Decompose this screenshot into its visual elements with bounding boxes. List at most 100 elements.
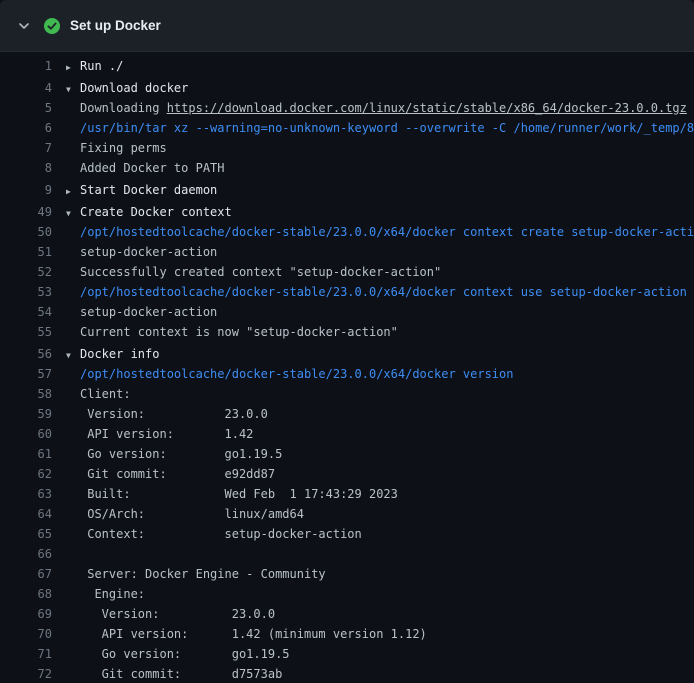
line-content: Downloading https://download.docker.com/… (66, 98, 687, 118)
log-line[interactable]: 1 ▶Run ./ (0, 56, 694, 76)
line-number[interactable]: 50 (0, 222, 52, 242)
line-content: Built: Wed Feb 1 17:43:29 2023 (66, 484, 398, 504)
line-number[interactable]: 71 (0, 644, 52, 664)
log-text: Downloading (80, 101, 167, 115)
line-number[interactable]: 6 (0, 118, 52, 138)
line-content: Current context is now "setup-docker-act… (66, 322, 398, 342)
log-link[interactable]: https://download.docker.com/linux/static… (167, 101, 687, 115)
line-number[interactable]: 61 (0, 444, 52, 464)
line-content: /usr/bin/tar xz --warning=no-unknown-key… (66, 118, 694, 138)
log-line: 55 Current context is now "setup-docker-a… (0, 322, 694, 342)
log-line: 64 OS/Arch: linux/amd64 (0, 504, 694, 524)
log-line: 66 (0, 544, 694, 564)
line-number[interactable]: 60 (0, 424, 52, 444)
log-container[interactable]: 1▶Run ./4▼Download docker5Downloading ht… (0, 52, 694, 683)
line-content: ▶Start Docker daemon (66, 180, 217, 200)
line-content: /opt/hostedtoolcache/docker-stable/23.0.… (66, 222, 694, 242)
line-number[interactable]: 5 (0, 98, 52, 118)
line-number[interactable]: 9 (0, 180, 52, 200)
log-line: 60 API version: 1.42 (0, 424, 694, 444)
log-line[interactable]: 4 ▼Download docker (0, 78, 694, 98)
log-line: 71 Go version: go1.19.5 (0, 644, 694, 664)
line-number[interactable]: 67 (0, 564, 52, 584)
check-circle-icon (44, 18, 60, 34)
line-number[interactable]: 66 (0, 544, 52, 564)
line-number[interactable]: 7 (0, 138, 52, 158)
log-line: 62 Git commit: e92dd87 (0, 464, 694, 484)
log-line: 6/usr/bin/tar xz --warning=no-unknown-ke… (0, 118, 694, 138)
line-number[interactable]: 49 (0, 202, 52, 222)
line-number[interactable]: 69 (0, 604, 52, 624)
line-number[interactable]: 4 (0, 78, 52, 98)
group-collapsed-icon[interactable]: ▶ (66, 182, 80, 201)
step-title: Set up Docker (70, 18, 161, 33)
group-title: Download docker (80, 81, 188, 95)
log-line: 54 setup-docker-action (0, 302, 694, 322)
line-number[interactable]: 59 (0, 404, 52, 424)
group-title: Create Docker context (80, 205, 232, 219)
line-number[interactable]: 62 (0, 464, 52, 484)
log-line: 61 Go version: go1.19.5 (0, 444, 694, 464)
line-content: /opt/hostedtoolcache/docker-stable/23.0.… (66, 364, 513, 384)
log-line: 51setup-docker-action (0, 242, 694, 262)
line-number[interactable]: 70 (0, 624, 52, 644)
line-content: ▼Download docker (66, 78, 188, 98)
log-line: 58 Client: (0, 384, 694, 404)
log-line[interactable]: 49 ▼Create Docker context (0, 202, 694, 222)
line-number[interactable]: 56 (0, 344, 52, 364)
log-line: 57/opt/hostedtoolcache/docker-stable/23.… (0, 364, 694, 384)
step-header[interactable]: Set up Docker (0, 0, 694, 52)
line-number[interactable]: 72 (0, 664, 52, 683)
line-number[interactable]: 65 (0, 524, 52, 544)
line-content: Git commit: d7573ab (66, 664, 282, 683)
group-expanded-icon[interactable]: ▼ (66, 346, 80, 365)
group-expanded-icon[interactable]: ▼ (66, 204, 80, 223)
log-line: 72 Git commit: d7573ab (0, 664, 694, 683)
log-line[interactable]: 56 ▼Docker info (0, 344, 694, 364)
line-number[interactable]: 58 (0, 384, 52, 404)
line-content (66, 544, 80, 564)
log-line: 68 Engine: (0, 584, 694, 604)
line-content: Go version: go1.19.5 (66, 644, 290, 664)
log-line: 7 Fixing perms (0, 138, 694, 158)
log-line: 50/opt/hostedtoolcache/docker-stable/23.… (0, 222, 694, 242)
log-line: 59 Version: 23.0.0 (0, 404, 694, 424)
line-content: API version: 1.42 (minimum version 1.12) (66, 624, 427, 644)
line-number[interactable]: 57 (0, 364, 52, 384)
log-line: 69 Version: 23.0.0 (0, 604, 694, 624)
line-number[interactable]: 68 (0, 584, 52, 604)
line-number[interactable]: 54 (0, 302, 52, 322)
log-line: 67 Server: Docker Engine - Community (0, 564, 694, 584)
line-content: ▶Run ./ (66, 56, 123, 76)
line-number[interactable]: 55 (0, 322, 52, 342)
line-content: Client: (66, 384, 131, 404)
line-content: Server: Docker Engine - Community (66, 564, 326, 584)
line-content: Git commit: e92dd87 (66, 464, 275, 484)
line-number[interactable]: 51 (0, 242, 52, 262)
line-number[interactable]: 52 (0, 262, 52, 282)
line-number[interactable]: 63 (0, 484, 52, 504)
group-collapsed-icon[interactable]: ▶ (66, 58, 80, 77)
group-title: Run ./ (80, 59, 123, 73)
group-expanded-icon[interactable]: ▼ (66, 80, 80, 99)
line-content: Engine: (66, 584, 145, 604)
workflow-step-log: Set up Docker 1▶Run ./4▼Download docker5… (0, 0, 694, 683)
line-content: setup-docker-action (66, 302, 217, 322)
log-line[interactable]: 9 ▶Start Docker daemon (0, 180, 694, 200)
line-content: API version: 1.42 (66, 424, 253, 444)
log-line: 8 Added Docker to PATH (0, 158, 694, 178)
line-content: Added Docker to PATH (66, 158, 225, 178)
chevron-down-icon[interactable] (16, 18, 32, 34)
log-line: 63 Built: Wed Feb 1 17:43:29 2023 (0, 484, 694, 504)
line-number[interactable]: 64 (0, 504, 52, 524)
line-number[interactable]: 8 (0, 158, 52, 178)
log-line: 65 Context: setup-docker-action (0, 524, 694, 544)
line-number[interactable]: 53 (0, 282, 52, 302)
line-content: ▼Docker info (66, 344, 159, 364)
line-content: Successfully created context "setup-dock… (66, 262, 441, 282)
line-number[interactable]: 1 (0, 56, 52, 76)
log-line: 5 Downloading https://download.docker.com… (0, 98, 694, 118)
line-content: Context: setup-docker-action (66, 524, 362, 544)
line-content: Go version: go1.19.5 (66, 444, 282, 464)
line-content: Fixing perms (66, 138, 167, 158)
